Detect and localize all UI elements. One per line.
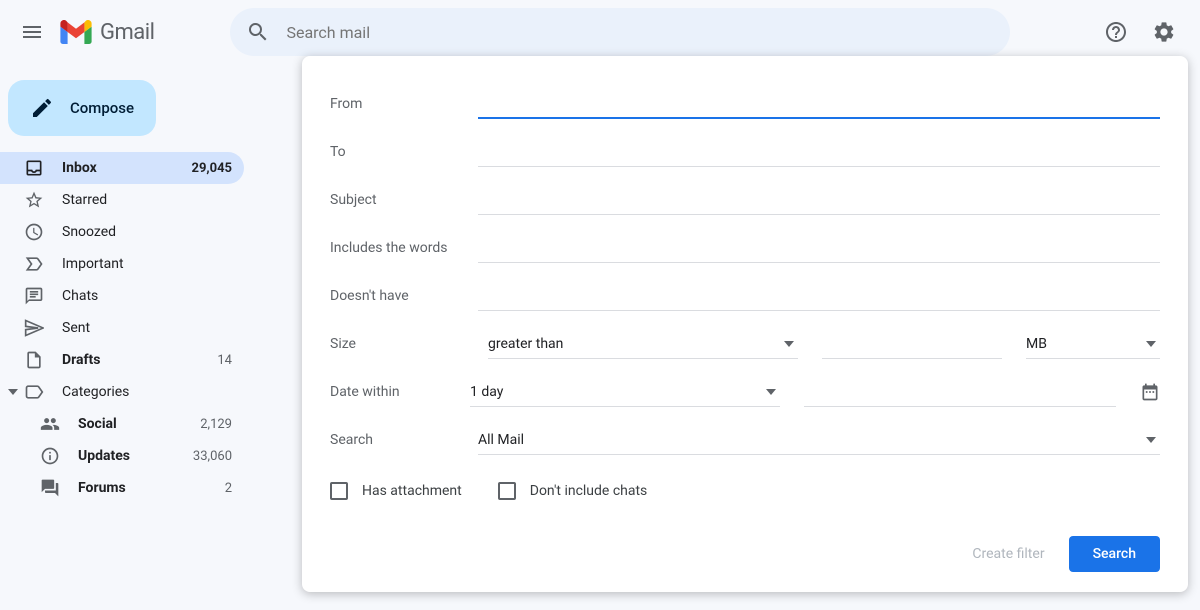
header: Gmail: [0, 0, 1200, 64]
label-icon: [24, 382, 44, 402]
nav-label: Updates: [78, 448, 193, 464]
dont-include-chats-checkbox[interactable]: Don't include chats: [498, 482, 648, 500]
nav-count: 2: [225, 481, 232, 496]
size-value-input[interactable]: [822, 330, 1002, 359]
nav-label: Important: [62, 256, 232, 272]
advanced-search-panel: From To Subject Includes the words Doesn…: [302, 56, 1188, 592]
date-value-input[interactable]: [804, 378, 1116, 407]
checkbox-icon: [498, 482, 516, 500]
nav-label: Starred: [62, 192, 232, 208]
sidebar-item-forums[interactable]: Forums 2: [0, 472, 244, 504]
search-input[interactable]: [286, 23, 994, 42]
includes-input[interactable]: [478, 234, 1160, 263]
nav-label: Categories: [62, 384, 232, 400]
nav-label: Drafts: [62, 352, 217, 368]
nav-label: Forums: [78, 480, 225, 496]
search-icon: [246, 20, 270, 44]
sidebar-item-social[interactable]: Social 2,129: [0, 408, 244, 440]
sent-icon: [24, 318, 44, 338]
nav-count: 14: [217, 353, 232, 368]
date-range-value: 1 day: [470, 384, 503, 400]
sidebar-item-chats[interactable]: Chats: [0, 280, 244, 312]
subject-input[interactable]: [478, 186, 1160, 215]
to-input[interactable]: [478, 138, 1160, 167]
gmail-logo-icon: [60, 20, 92, 44]
settings-button[interactable]: [1144, 12, 1184, 52]
sidebar-item-inbox[interactable]: Inbox 29,045: [0, 152, 244, 184]
nav-count: 33,060: [193, 449, 232, 464]
people-icon: [40, 414, 60, 434]
doesnt-label: Doesn't have: [330, 288, 478, 304]
chevron-down-icon: [766, 389, 776, 395]
size-unit-select[interactable]: MB: [1026, 330, 1160, 359]
nav-label: Snoozed: [62, 224, 232, 240]
compose-button[interactable]: Compose: [8, 80, 156, 136]
has-attachment-checkbox[interactable]: Has attachment: [330, 482, 462, 500]
search-in-select[interactable]: All Mail: [478, 426, 1160, 455]
search-in-label: Search: [330, 432, 478, 448]
no-chats-label: Don't include chats: [530, 483, 648, 499]
logo-area[interactable]: Gmail: [60, 20, 154, 45]
inbox-icon: [24, 158, 44, 178]
calendar-icon: [1140, 382, 1160, 402]
from-label: From: [330, 96, 478, 112]
includes-label: Includes the words: [330, 240, 478, 256]
sidebar-item-categories[interactable]: Categories: [0, 376, 244, 408]
size-operator-select[interactable]: greater than: [488, 330, 798, 359]
calendar-button[interactable]: [1140, 382, 1160, 402]
nav-label: Inbox: [62, 160, 192, 176]
checkbox-icon: [330, 482, 348, 500]
nav-label: Chats: [62, 288, 232, 304]
sidebar-item-updates[interactable]: Updates 33,060: [0, 440, 244, 472]
size-unit-value: MB: [1026, 336, 1047, 352]
caret-down-icon: [6, 387, 20, 397]
size-operator-value: greater than: [488, 336, 563, 352]
nav-count: 29,045: [192, 161, 233, 176]
date-range-select[interactable]: 1 day: [470, 378, 780, 407]
pencil-icon: [30, 96, 54, 120]
sidebar-item-snoozed[interactable]: Snoozed: [0, 216, 244, 248]
nav-count: 2,129: [200, 417, 232, 432]
to-label: To: [330, 144, 478, 160]
chat-icon: [24, 286, 44, 306]
size-label: Size: [330, 336, 464, 352]
search-button[interactable]: Search: [1069, 536, 1160, 572]
sidebar-item-sent[interactable]: Sent: [0, 312, 244, 344]
sidebar: Compose Inbox 29,045 Starred Snoozed Imp…: [0, 64, 256, 504]
has-attachment-label: Has attachment: [362, 483, 462, 499]
nav-label: Sent: [62, 320, 232, 336]
gear-icon: [1152, 20, 1176, 44]
draft-icon: [24, 350, 44, 370]
header-actions: [1096, 12, 1192, 52]
help-button[interactable]: [1096, 12, 1136, 52]
subject-label: Subject: [330, 192, 478, 208]
nav-label: Social: [78, 416, 200, 432]
from-input[interactable]: [478, 89, 1160, 119]
chevron-down-icon: [1146, 341, 1156, 347]
chevron-down-icon: [1146, 437, 1156, 443]
important-icon: [24, 254, 44, 274]
star-icon: [24, 190, 44, 210]
hamburger-icon: [20, 20, 44, 44]
info-icon: [40, 446, 60, 466]
forum-icon: [40, 478, 60, 498]
search-bar[interactable]: [230, 8, 1010, 56]
main-menu-button[interactable]: [8, 8, 56, 56]
date-label: Date within: [330, 384, 446, 400]
search-in-value: All Mail: [478, 432, 524, 448]
compose-label: Compose: [70, 99, 134, 117]
sidebar-item-drafts[interactable]: Drafts 14: [0, 344, 244, 376]
sidebar-item-important[interactable]: Important: [0, 248, 244, 280]
help-icon: [1104, 20, 1128, 44]
chevron-down-icon: [784, 341, 794, 347]
create-filter-link: Create filter: [972, 546, 1044, 562]
brand-text: Gmail: [100, 20, 154, 45]
clock-icon: [24, 222, 44, 242]
doesnt-have-input[interactable]: [478, 282, 1160, 311]
sidebar-item-starred[interactable]: Starred: [0, 184, 244, 216]
